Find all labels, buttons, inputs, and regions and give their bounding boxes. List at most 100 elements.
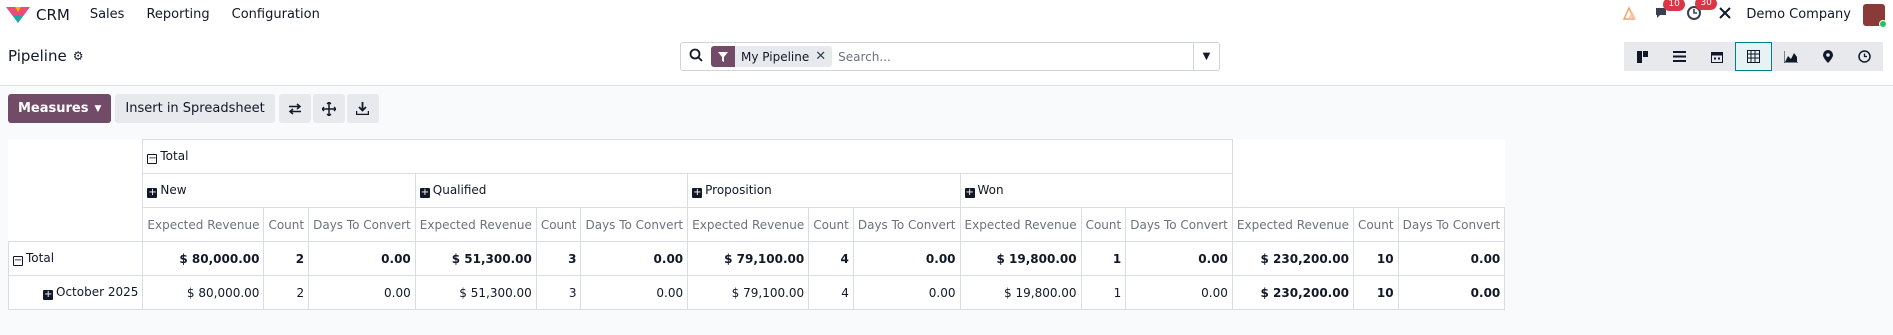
cell-value[interactable]: 10 (1352, 275, 1399, 310)
empty-cell (1232, 174, 1504, 208)
measure-header[interactable]: Expected Revenue (414, 207, 537, 242)
cell-value[interactable]: 0.00 (580, 275, 689, 310)
row-header-october-2025[interactable]: + October 2025 (7, 275, 144, 310)
gear-icon[interactable]: ⚙ (73, 49, 84, 63)
cell-value[interactable]: $ 51,300.00 (414, 275, 537, 310)
cell-value[interactable]: 2 (263, 275, 310, 310)
measure-header[interactable]: Expected Revenue (959, 207, 1082, 242)
tools-icon[interactable] (1718, 6, 1732, 24)
cell-value[interactable]: $ 79,100.00 (687, 241, 810, 276)
cell-value[interactable]: 0.00 (308, 241, 416, 276)
measure-header[interactable]: Count (1080, 207, 1127, 242)
cell-value[interactable]: 10 (1352, 241, 1399, 276)
expand-all-button[interactable] (312, 94, 345, 123)
company-switcher[interactable]: Demo Company (1746, 7, 1851, 22)
measure-header[interactable]: Count (263, 207, 310, 242)
wrench-cross-icon (1719, 6, 1732, 19)
cell-value[interactable]: 4 (808, 275, 854, 310)
remove-facet-icon[interactable]: ✕ (815, 49, 832, 64)
cell-value[interactable]: 1 (1080, 275, 1127, 310)
cell-value[interactable]: 2 (263, 241, 310, 276)
col-header-new[interactable]: + New (142, 173, 416, 208)
systray: 10 30 Demo Company (1606, 0, 1887, 29)
col-header-total[interactable]: − Total (142, 139, 1233, 174)
col-header-proposition[interactable]: + Proposition (687, 173, 961, 208)
corner-cell (9, 174, 143, 208)
measure-header[interactable]: Days To Convert (580, 207, 689, 242)
search-icon[interactable] (681, 48, 711, 66)
expand-icon: + (964, 187, 975, 198)
cell-value[interactable]: 0.00 (580, 241, 689, 276)
map-view-icon[interactable] (1809, 42, 1846, 71)
caret-down-icon: ▼ (94, 103, 102, 114)
bug-icon (1623, 5, 1637, 20)
col-header-won[interactable]: + Won (959, 173, 1233, 208)
measure-header[interactable]: Count (1352, 207, 1399, 242)
filter-icon (711, 46, 735, 67)
cell-value[interactable]: 3 (535, 241, 582, 276)
calendar-view-icon[interactable] (1698, 42, 1735, 71)
cell-value[interactable]: 0.00 (852, 275, 961, 310)
collapse-icon: − (13, 255, 23, 266)
search-panel-toggle[interactable]: ▼ (1193, 43, 1219, 70)
menu-reporting[interactable]: Reporting (146, 7, 209, 22)
measure-header[interactable]: Days To Convert (852, 207, 961, 242)
control-panel: Pipeline ⚙ My Pipeline ✕ ▼ (0, 29, 1893, 86)
measure-header[interactable]: Days To Convert (1125, 207, 1233, 242)
kanban-view-icon[interactable] (1624, 42, 1661, 71)
measure-header[interactable]: Expected Revenue (687, 207, 810, 242)
app-brand[interactable]: CRM (6, 6, 70, 24)
measure-header[interactable]: Expected Revenue (142, 207, 265, 242)
corner-cell (9, 208, 143, 242)
cell-value[interactable]: $ 19,800.00 (959, 241, 1082, 276)
cell-value[interactable]: 0.00 (308, 275, 416, 310)
insert-spreadsheet-button[interactable]: Insert in Spreadsheet (115, 94, 275, 123)
cell-value[interactable]: 0.00 (1125, 275, 1233, 310)
flip-axis-button[interactable] (278, 94, 311, 123)
cell-value[interactable]: 0.00 (1397, 241, 1506, 276)
search-input[interactable] (838, 44, 1193, 69)
measure-header[interactable]: Days To Convert (308, 207, 416, 242)
pivot-view-icon[interactable] (1735, 42, 1772, 71)
list-view-icon[interactable] (1661, 42, 1698, 71)
cell-value[interactable]: 0.00 (1397, 275, 1506, 310)
measure-header[interactable]: Expected Revenue (1231, 207, 1354, 242)
measures-button[interactable]: Measures ▼ (8, 94, 112, 123)
activity-view-icon[interactable] (1846, 42, 1883, 71)
cell-value[interactable]: 4 (808, 241, 854, 276)
collapse-icon: − (147, 153, 158, 164)
cell-value[interactable]: $ 19,800.00 (959, 275, 1082, 310)
measure-header[interactable]: Count (535, 207, 582, 242)
download-button[interactable] (346, 94, 379, 123)
cell-value[interactable]: $ 51,300.00 (414, 241, 537, 276)
messages-icon[interactable]: 10 (1654, 0, 1685, 24)
row-header-total[interactable]: − Total (7, 241, 144, 276)
table-row: − Total $ 80,000.00 2 0.00 $ 51,300.00 3 … (7, 241, 1506, 276)
search-bar: My Pipeline ✕ ▼ (680, 42, 1220, 71)
exchange-icon (288, 102, 301, 115)
messages-badge: 10 (1663, 0, 1685, 11)
col-header-qualified[interactable]: + Qualified (414, 173, 689, 208)
main-menu: Sales Reporting Configuration (90, 7, 342, 22)
graph-view-icon[interactable] (1772, 42, 1809, 71)
cell-value[interactable]: $ 79,100.00 (687, 275, 810, 310)
cell-value[interactable]: $ 80,000.00 (142, 241, 265, 276)
measure-header[interactable]: Days To Convert (1397, 207, 1506, 242)
menu-sales[interactable]: Sales (90, 7, 125, 22)
activities-icon[interactable]: 30 (1686, 0, 1717, 25)
expand-icon: + (43, 289, 53, 300)
user-avatar[interactable] (1863, 3, 1887, 28)
cell-value[interactable]: 3 (535, 275, 582, 310)
cell-value[interactable]: $ 80,000.00 (142, 275, 265, 310)
cell-value[interactable]: 0.00 (1125, 241, 1233, 276)
cell-value[interactable]: 0.00 (852, 241, 961, 276)
measure-header[interactable]: Count (808, 207, 854, 242)
expand-icon: + (692, 187, 703, 198)
cell-value[interactable]: $ 230,200.00 (1231, 241, 1354, 276)
cell-value[interactable]: $ 230,200.00 (1231, 275, 1354, 310)
menu-configuration[interactable]: Configuration (232, 7, 320, 22)
crm-logo-icon (6, 6, 30, 23)
expand-icon: + (419, 187, 430, 198)
debug-icon[interactable] (1622, 5, 1638, 24)
cell-value[interactable]: 1 (1080, 241, 1127, 276)
